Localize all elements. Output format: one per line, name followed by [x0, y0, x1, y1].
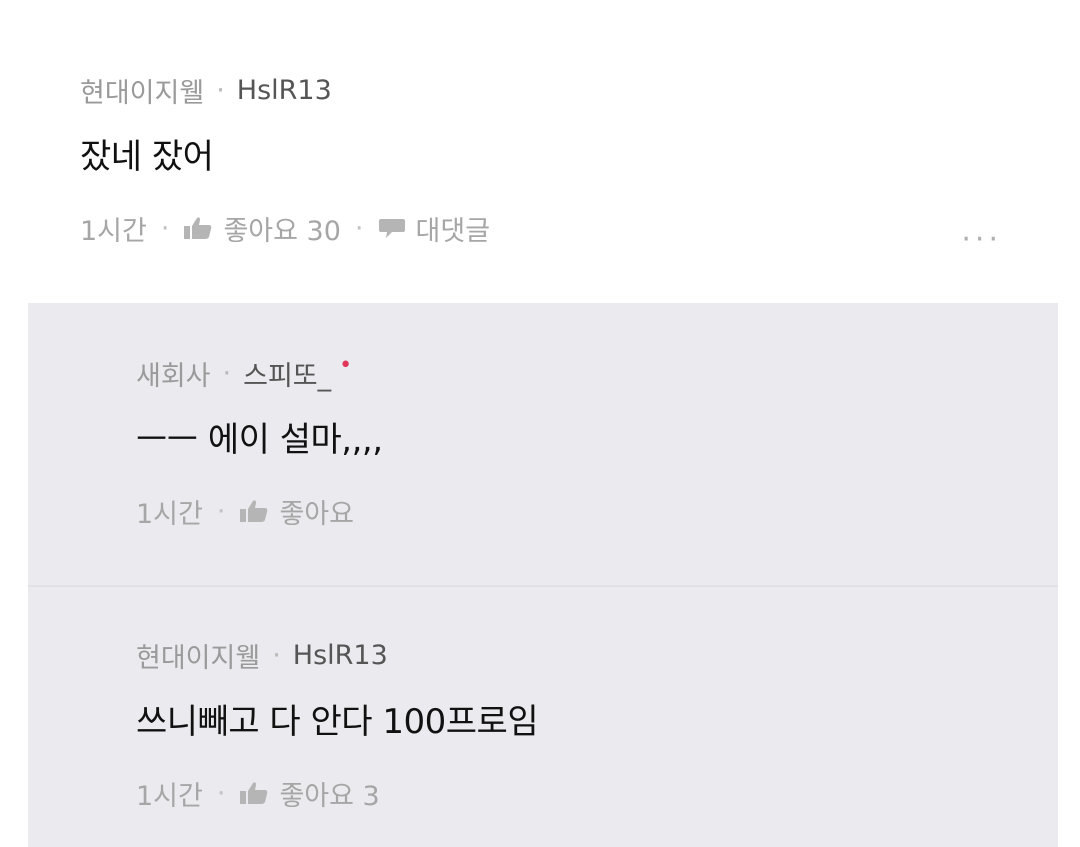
reply-actions: 1시간 · 좋아요: [136, 491, 1036, 531]
reply-text: ㅡㅡ 에이 설마,,,,: [136, 420, 383, 460]
comment: 현대이지웰 · HslR13 잤네 잤어 1시간 · 좋아요 30 · 대댓글: [80, 70, 1040, 248]
action-separator: ·: [160, 212, 170, 244]
comment-thread: 현대이지웰 · HslR13 잤네 잤어 1시간 · 좋아요 30 · 대댓글 …: [0, 0, 1080, 847]
action-separator: ·: [216, 777, 226, 809]
reply-item: 현대이지웰 · HslR13 쓰니빼고 다 안다 100프로임 1시간 · 좋아…: [136, 635, 1036, 813]
reply-divider: [28, 585, 1058, 587]
thumbs-up-icon: [239, 780, 269, 806]
author-name[interactable]: HslR13: [237, 75, 332, 106]
meta-separator: ·: [272, 639, 281, 671]
company-name: 새회사: [136, 360, 211, 392]
action-separator: ·: [354, 212, 364, 244]
reply-text: 쓰니빼고 다 안다 100프로임: [136, 702, 539, 742]
meta-separator: ·: [222, 357, 232, 389]
reply-item: 새회사 · 스피또_ • ㅡㅡ 에이 설마,,,, 1시간 · 좋아요: [136, 353, 1036, 531]
comment-meta: 현대이지웰 · HslR13: [80, 70, 1040, 110]
comment-text: 잤네 잤어: [80, 137, 214, 177]
reply-actions: 1시간 · 좋아요 3: [136, 773, 1036, 813]
reply-button[interactable]: 대댓글: [378, 209, 491, 248]
company-name: 현대이지웰: [80, 77, 205, 109]
author-mark: •: [339, 352, 353, 378]
reply-label: 대댓글: [415, 215, 491, 247]
reply-meta: 새회사 · 스피또_ •: [136, 353, 1036, 393]
reply-time: 1시간: [136, 780, 203, 812]
comment-time: 1시간: [80, 215, 147, 247]
action-separator: ·: [216, 495, 226, 527]
thumbs-up-icon: [239, 498, 269, 524]
author-name[interactable]: HslR13: [293, 640, 388, 671]
company-name: 현대이지웰: [136, 642, 261, 674]
comment-actions: 1시간 · 좋아요 30 · 대댓글: [80, 208, 1040, 248]
replies-panel: 새회사 · 스피또_ • ㅡㅡ 에이 설마,,,, 1시간 · 좋아요 현대이지…: [28, 303, 1058, 847]
like-button[interactable]: 좋아요 30: [183, 209, 341, 248]
author-name[interactable]: 스피또_: [243, 354, 331, 393]
meta-separator: ·: [216, 74, 225, 106]
thumbs-up-icon: [183, 215, 213, 241]
like-label: 좋아요: [279, 498, 354, 530]
like-button[interactable]: 좋아요: [239, 492, 354, 531]
like-label: 좋아요 3: [279, 780, 380, 812]
reply-time: 1시간: [136, 498, 203, 530]
speech-bubble-icon: [378, 216, 406, 240]
like-button[interactable]: 좋아요 3: [239, 774, 380, 813]
like-label: 좋아요 30: [223, 215, 341, 247]
more-horizontal-icon[interactable]: ···: [961, 222, 1002, 257]
reply-meta: 현대이지웰 · HslR13: [136, 635, 1036, 675]
